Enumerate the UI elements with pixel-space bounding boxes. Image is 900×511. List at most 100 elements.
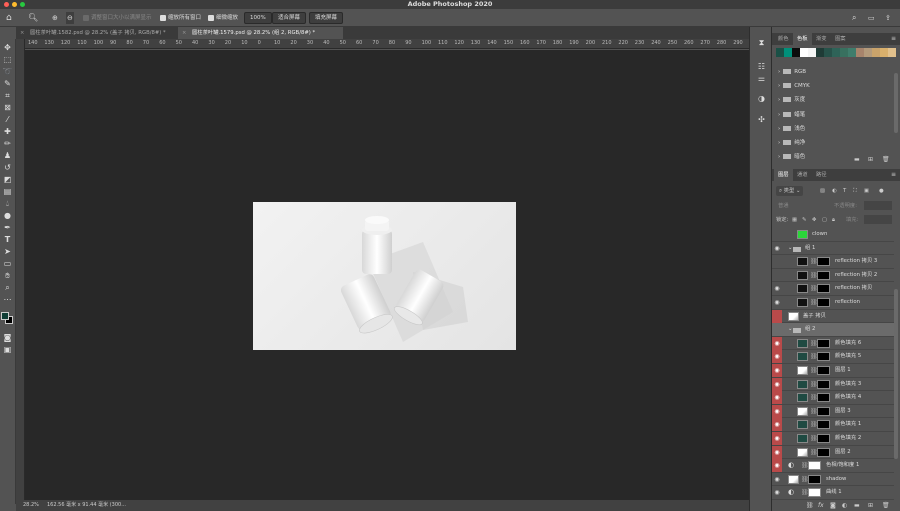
quick-mask-icon[interactable]: ◙ — [2, 332, 13, 343]
color-swatch[interactable] — [776, 48, 784, 57]
lock-transparent-icon[interactable]: ▦ — [792, 215, 797, 225]
history-panel-icon[interactable]: ⧗ — [756, 37, 767, 48]
layer-mask-thumbnail[interactable] — [817, 379, 830, 389]
layer-mask-thumbnail[interactable] — [817, 393, 830, 403]
visibility-eye-icon[interactable]: ◉ — [772, 377, 782, 391]
visibility-eye-icon[interactable]: ◉ — [772, 404, 782, 418]
layer-thumbnail[interactable] — [797, 284, 808, 294]
filter-smart-object-icon[interactable]: ▣ — [864, 186, 869, 196]
visibility-eye-icon[interactable]: ◉ — [772, 432, 782, 445]
visibility-eye-icon[interactable]: ◉ — [772, 296, 782, 309]
filter-pixel-icon[interactable]: ▨ — [820, 186, 825, 196]
color-swatch[interactable] — [880, 48, 888, 57]
tab-layers[interactable]: 图层 — [774, 169, 793, 181]
lock-position-icon[interactable]: ✥ — [812, 215, 816, 225]
layer-row[interactable]: clown — [772, 228, 894, 242]
adjustment-layer-icon[interactable]: ◐ — [788, 459, 794, 473]
layer-thumbnail[interactable] — [797, 406, 808, 416]
zoom-window-button[interactable] — [20, 2, 25, 7]
visibility-eye-icon[interactable]: ◉ — [772, 391, 782, 405]
layer-thumbnail[interactable] — [788, 474, 799, 484]
marquee-tool-icon[interactable]: ⬚ — [2, 54, 13, 65]
swatch-group[interactable]: › 纯净 — [778, 136, 805, 150]
color-swatch[interactable] — [784, 48, 792, 57]
fill-layer-thumbnail[interactable] — [797, 393, 808, 403]
status-zoom[interactable]: 28.2% — [23, 500, 39, 511]
gradient-tool-icon[interactable]: ▤ — [2, 186, 13, 197]
character-panel-icon[interactable]: ✣ — [756, 114, 767, 125]
fill-layer-thumbnail[interactable] — [797, 434, 808, 443]
layer-mask-thumbnail[interactable] — [817, 338, 830, 348]
document-tab-active[interactable]: × 圆柱茶叶罐.1579.psd @ 28.2% (组 2, RGB/8#) * — [178, 27, 343, 39]
clone-stamp-tool-icon[interactable]: ♟ — [2, 150, 13, 161]
visibility-eye-icon[interactable] — [772, 255, 782, 268]
filter-kind-dropdown[interactable]: ⌕ 类型 ⌄ — [776, 186, 804, 196]
eyedropper-tool-icon[interactable]: ⁄ — [2, 114, 13, 125]
visibility-eye-icon[interactable]: ◉ — [772, 418, 782, 432]
visibility-eye-icon[interactable] — [772, 228, 782, 241]
layer-thumbnail[interactable] — [797, 230, 808, 239]
chevron-down-icon[interactable]: ⌄ — [788, 323, 792, 337]
color-swatch[interactable] — [864, 48, 872, 57]
opacity-input[interactable] — [864, 201, 892, 210]
chevron-right-icon[interactable]: › — [778, 112, 780, 118]
layer-row[interactable]: ◉ ⛓ 图层 3 — [772, 404, 894, 419]
color-swatch[interactable] — [856, 48, 864, 57]
color-swatch[interactable] — [808, 48, 816, 57]
layer-row[interactable]: ◉ ⛓ 颜色填充 3 — [772, 377, 894, 392]
tab-channels[interactable]: 通道 — [793, 169, 812, 181]
eraser-tool-icon[interactable]: ◩ — [2, 174, 13, 185]
zoom-out-icon[interactable]: ⊖ — [66, 12, 74, 24]
search-icon[interactable]: ⌕ — [852, 12, 856, 24]
fill-layer-thumbnail[interactable] — [797, 379, 808, 389]
zoom-tool-icon[interactable]: 🔍︎ — [28, 12, 38, 24]
visibility-eye-icon[interactable]: ◉ — [772, 473, 782, 486]
layer-mask-thumbnail[interactable] — [817, 257, 830, 267]
layer-mask-thumbnail[interactable] — [817, 420, 830, 430]
move-tool-icon[interactable]: ✥ — [2, 42, 13, 53]
visibility-eye-icon[interactable]: ◉ — [772, 336, 782, 350]
layer-mask-thumbnail[interactable] — [808, 461, 821, 471]
color-swatch[interactable] — [832, 48, 840, 57]
fill-layer-thumbnail[interactable] — [797, 420, 808, 430]
new-adjustment-icon[interactable]: ◐ — [842, 500, 847, 511]
fill-screen-button[interactable]: 填充屏幕 — [309, 12, 344, 24]
scrubby-zoom-checkbox[interactable]: 细微缩放 — [208, 12, 238, 24]
layer-mask-thumbnail[interactable] — [817, 434, 830, 443]
lock-artboard-icon[interactable]: ▢ — [822, 215, 827, 225]
zoom-100-button[interactable]: 100% — [244, 12, 272, 24]
new-swatch-icon[interactable]: ⊞ — [868, 156, 873, 163]
layer-row[interactable]: ◉ ⛓ 图层 1 — [772, 364, 894, 378]
properties-panel-icon[interactable]: ☷ — [756, 61, 767, 72]
swatches-scrollbar[interactable] — [894, 73, 898, 133]
swatch-group[interactable]: › 蜡笔 — [778, 108, 805, 122]
status-document-size[interactable]: 162.56 毫米 x 91.44 毫米 (300... — [47, 500, 126, 511]
swatch-group[interactable]: › RGB — [778, 65, 806, 79]
filter-adjustment-icon[interactable]: ◐ — [832, 186, 837, 196]
lasso-tool-icon[interactable]: ➰ — [2, 66, 13, 77]
rectangle-tool-icon[interactable]: ▭ — [2, 258, 13, 269]
tab-paths[interactable]: 路径 — [812, 169, 831, 181]
color-swatch[interactable] — [872, 48, 880, 57]
layer-row[interactable]: ◉ ⌄ 组 1 — [772, 242, 894, 256]
visibility-eye-icon[interactable] — [772, 269, 782, 282]
layer-row[interactable]: ◉ ⛓ reflection 拷贝 — [772, 282, 894, 296]
layer-row[interactable]: ◉ ◐ ⛓ 曲线 1 — [772, 486, 894, 500]
swatch-group[interactable]: › CMYK — [778, 79, 810, 93]
chevron-down-icon[interactable]: ⌄ — [788, 242, 792, 256]
layer-row[interactable]: ⛓ reflection 拷贝 2 — [772, 269, 894, 283]
layer-mask-thumbnail[interactable] — [817, 447, 830, 457]
visibility-eye-icon[interactable]: ◉ — [772, 486, 782, 499]
dodge-tool-icon[interactable]: ● — [2, 210, 13, 221]
tab-patterns[interactable]: 图案 — [831, 33, 850, 45]
foreground-color-swatch[interactable] — [1, 312, 9, 320]
layer-mask-thumbnail[interactable] — [817, 406, 830, 416]
layer-thumbnail[interactable] — [797, 270, 808, 280]
close-window-button[interactable] — [4, 2, 9, 7]
add-mask-icon[interactable]: ◙ — [830, 500, 836, 511]
blend-mode-dropdown[interactable]: 普通 — [778, 201, 789, 211]
color-swatch[interactable] — [792, 48, 800, 57]
layer-row[interactable]: ◉ ◐ ⛓ 色相/饱和度 1 — [772, 459, 894, 473]
chevron-right-icon[interactable]: › — [778, 126, 780, 132]
tab-gradients[interactable]: 渐变 — [812, 33, 831, 45]
